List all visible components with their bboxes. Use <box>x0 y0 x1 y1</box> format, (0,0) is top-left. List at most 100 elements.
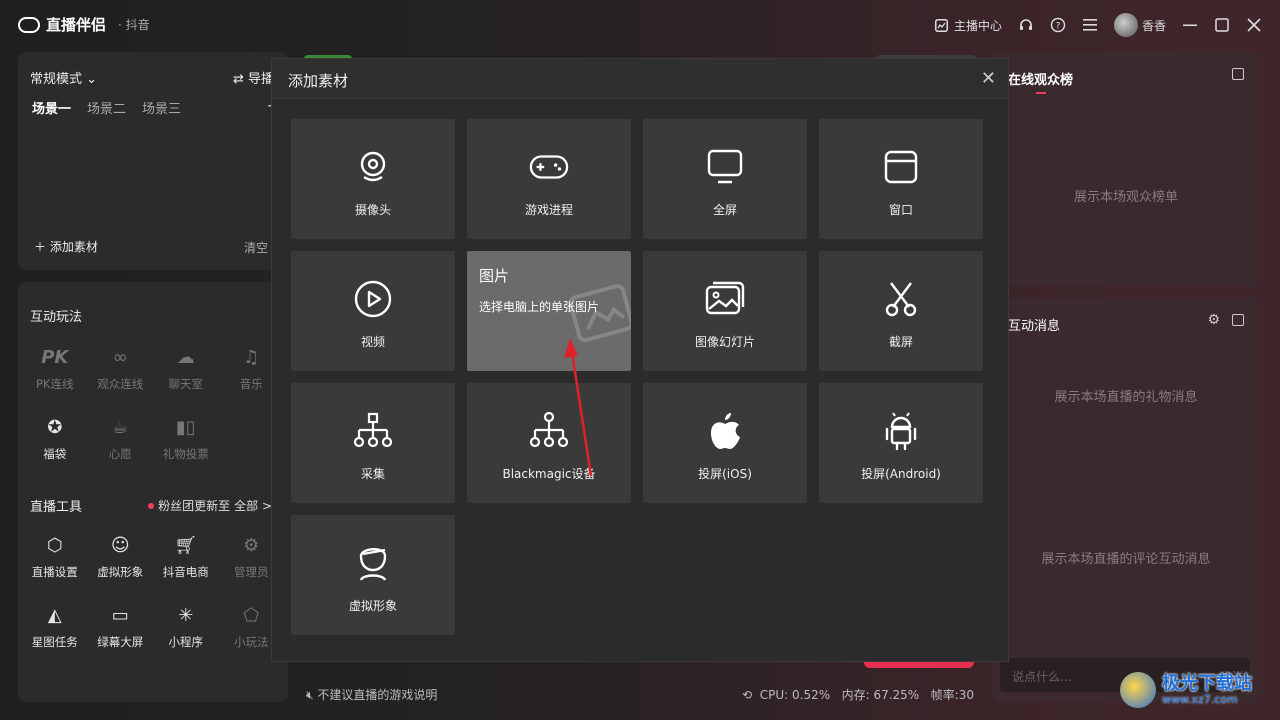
live-settings-button[interactable]: ⬡ 直播设置 <box>22 532 88 580</box>
tab-scene-3[interactable]: 场景三 <box>142 98 181 117</box>
gift-vote-button[interactable]: ▮▯ 礼物投票 <box>153 414 219 462</box>
tab-scene-2[interactable]: 场景二 <box>87 98 126 117</box>
pk-label: PK连线 <box>36 377 74 391</box>
douyin-shop-button[interactable]: 🛒︎ 抖音电商 <box>153 532 219 580</box>
messages-popout-icon[interactable] <box>1232 314 1244 326</box>
mode-label: 常规模式 <box>30 72 83 87</box>
live-settings-label: 直播设置 <box>31 565 78 579</box>
dialog-title: 添加素材 <box>288 72 349 90</box>
source-video-label: 视频 <box>360 335 385 349</box>
source-fullscreen-label: 全屏 <box>712 203 737 217</box>
play-icon <box>353 279 393 319</box>
green-screen-button[interactable]: ▭ 绿幕大屏 <box>88 602 154 650</box>
all-label: 全部 > <box>234 499 272 513</box>
mini-program-icon: ✳ <box>178 604 194 626</box>
headset-icon[interactable] <box>1018 17 1034 33</box>
source-blackmagic[interactable]: Blackmagic设备 <box>467 383 631 503</box>
user-profile[interactable]: 香香 <box>1113 13 1166 37</box>
source-screenshot[interactable]: 截屏 <box>819 251 983 371</box>
virtual-avatar-icon <box>353 543 393 583</box>
tools-panel: 互动玩法 PK PK连线 ∞ 观众连线 ☁ 聊天室 ♫ 音乐 ✪ 福袋 ☕ 心愿 ▮▯ 礼物投… <box>18 282 288 702</box>
comment-empty: 展示本场直播的评论互动消息 <box>1041 552 1211 567</box>
dialog-close-icon[interactable]: ✕ <box>981 68 996 89</box>
clear-button[interactable]: 清空 <box>244 239 268 256</box>
wish-button[interactable]: ☕ 心愿 <box>88 414 154 462</box>
frame-rate: 帧率:30 <box>930 688 974 702</box>
audience-link-button[interactable]: ∞ 观众连线 <box>88 344 154 392</box>
gift-vote-label: 礼物投票 <box>162 447 209 461</box>
apple-icon <box>705 411 745 451</box>
window-icon <box>881 147 921 187</box>
source-capture[interactable]: 采集 <box>291 383 455 503</box>
audience-panel: 在线观众榜 展示本场观众榜单 <box>992 52 1260 286</box>
link-icon: ∞ <box>112 346 128 368</box>
menu-icon[interactable] <box>1082 17 1098 33</box>
source-game[interactable]: 游戏进程 <box>467 119 631 239</box>
source-slideshow[interactable]: 图像幻灯片 <box>643 251 807 371</box>
star-task-label: 星图任务 <box>31 635 78 649</box>
settings-gear-icon[interactable]: ⚙ <box>1207 312 1220 328</box>
interactive-grid: PK PK连线 ∞ 观众连线 ☁ 聊天室 ♫ 音乐 ✪ 福袋 ☕ 心愿 ▮▯ 礼物投票 <box>22 344 284 462</box>
dialog-header: 添加素材 ✕ <box>272 59 1008 99</box>
mini-program-button[interactable]: ✳ 小程序 <box>153 602 219 650</box>
anchor-center-label: 主播中心 <box>953 18 1002 33</box>
anchor-center-button[interactable]: 主播中心 <box>934 17 1002 34</box>
lucky-bag-button[interactable]: ✪ 福袋 <box>22 414 88 462</box>
messages-title: 互动消息 <box>1008 319 1061 334</box>
add-source-label: 添加素材 <box>49 240 98 254</box>
lucky-bag-icon: ✪ <box>47 416 63 438</box>
game-note-link[interactable]: 🔇︎ 不建议直播的游戏说明 <box>306 686 437 703</box>
source-camera[interactable]: 摄像头 <box>291 119 455 239</box>
source-tiles: 摄像头 游戏进程 全屏 窗口 视频 图片 选择电脑上的单张图片 图像幻灯片 截屏… <box>291 119 983 635</box>
perf-stats: ⟲ CPU: 0.52% 内存: 67.25% 帧率:30 <box>742 686 974 703</box>
virtual-avatar-button[interactable]: ☺ 虚拟形象 <box>88 532 154 580</box>
vote-icon: ▮▯ <box>175 416 196 438</box>
gift-empty: 展示本场直播的礼物消息 <box>1054 390 1198 405</box>
app-logo: 直播伴侣 · 抖音 <box>18 14 150 35</box>
maximize-icon[interactable] <box>1214 17 1230 33</box>
scene-tabs: 场景一 场景二 场景三 <box>32 98 181 117</box>
scene-panel: 常规模式 ⌄ ⇄ 导播 场景一 场景二 场景三 + ＋ 添加素材 清空 <box>18 52 288 270</box>
tab-scene-1[interactable]: 场景一 <box>32 98 71 117</box>
fans-update-label: 粉丝团更新至 <box>158 499 231 513</box>
chatroom-button[interactable]: ☁ 聊天室 <box>153 344 219 392</box>
source-android-cast[interactable]: 投屏(Android) <box>819 383 983 503</box>
popout-icon[interactable] <box>1232 68 1244 80</box>
minimize-icon[interactable] <box>1182 17 1198 33</box>
source-image[interactable]: 图片 选择电脑上的单张图片 <box>467 251 631 371</box>
image-icon <box>567 281 631 354</box>
capture-icon <box>353 411 393 451</box>
svg-text:?: ? <box>1056 22 1061 32</box>
source-fullscreen[interactable]: 全屏 <box>643 119 807 239</box>
switch-director-button[interactable]: ⇄ 导播 <box>233 68 274 87</box>
close-icon[interactable] <box>1246 17 1262 33</box>
add-source-button[interactable]: ＋ 添加素材 <box>34 238 98 255</box>
swap-icon: ⇄ <box>232 72 244 87</box>
fans-update-link[interactable]: 粉丝团更新至 全部 > <box>148 497 272 514</box>
watermark-name: 极光下载站 <box>1162 673 1252 695</box>
star-task-button[interactable]: ◭ 星图任务 <box>22 602 88 650</box>
plus-icon: ＋ <box>34 240 47 254</box>
green-screen-label: 绿幕大屏 <box>97 635 144 649</box>
help-icon[interactable]: ? <box>1050 17 1066 33</box>
music-icon: ♫ <box>243 346 260 368</box>
virtual-avatar-label: 虚拟形象 <box>97 565 144 579</box>
source-video[interactable]: 视频 <box>291 251 455 371</box>
douyin-shop-label: 抖音电商 <box>162 565 209 579</box>
tools-title: 直播工具 <box>30 500 83 515</box>
perf-icon: ⟲ <box>742 688 753 702</box>
source-window[interactable]: 窗口 <box>819 119 983 239</box>
source-ios-cast[interactable]: 投屏(iOS) <box>643 383 807 503</box>
settings-icon: ⬡ <box>46 534 63 556</box>
add-source-dialog: 添加素材 ✕ 摄像头 游戏进程 全屏 窗口 视频 图片 选择电脑上的单张图片 图… <box>271 58 1009 662</box>
pk-button[interactable]: PK PK连线 <box>22 344 88 392</box>
watermark-url: www.xz7.com <box>1162 692 1238 706</box>
cpu-usage: CPU: 0.52% <box>759 688 831 702</box>
title-bar: 直播伴侣 · 抖音 主播中心 ? 香香 <box>0 0 1280 50</box>
source-virtual-avatar[interactable]: 虚拟形象 <box>291 515 455 635</box>
slideshow-icon <box>705 279 745 319</box>
source-game-label: 游戏进程 <box>524 203 573 217</box>
pk-icon: PK <box>41 346 69 368</box>
admin-label: 管理员 <box>234 565 269 579</box>
mode-selector[interactable]: 常规模式 ⌄ <box>30 68 97 87</box>
